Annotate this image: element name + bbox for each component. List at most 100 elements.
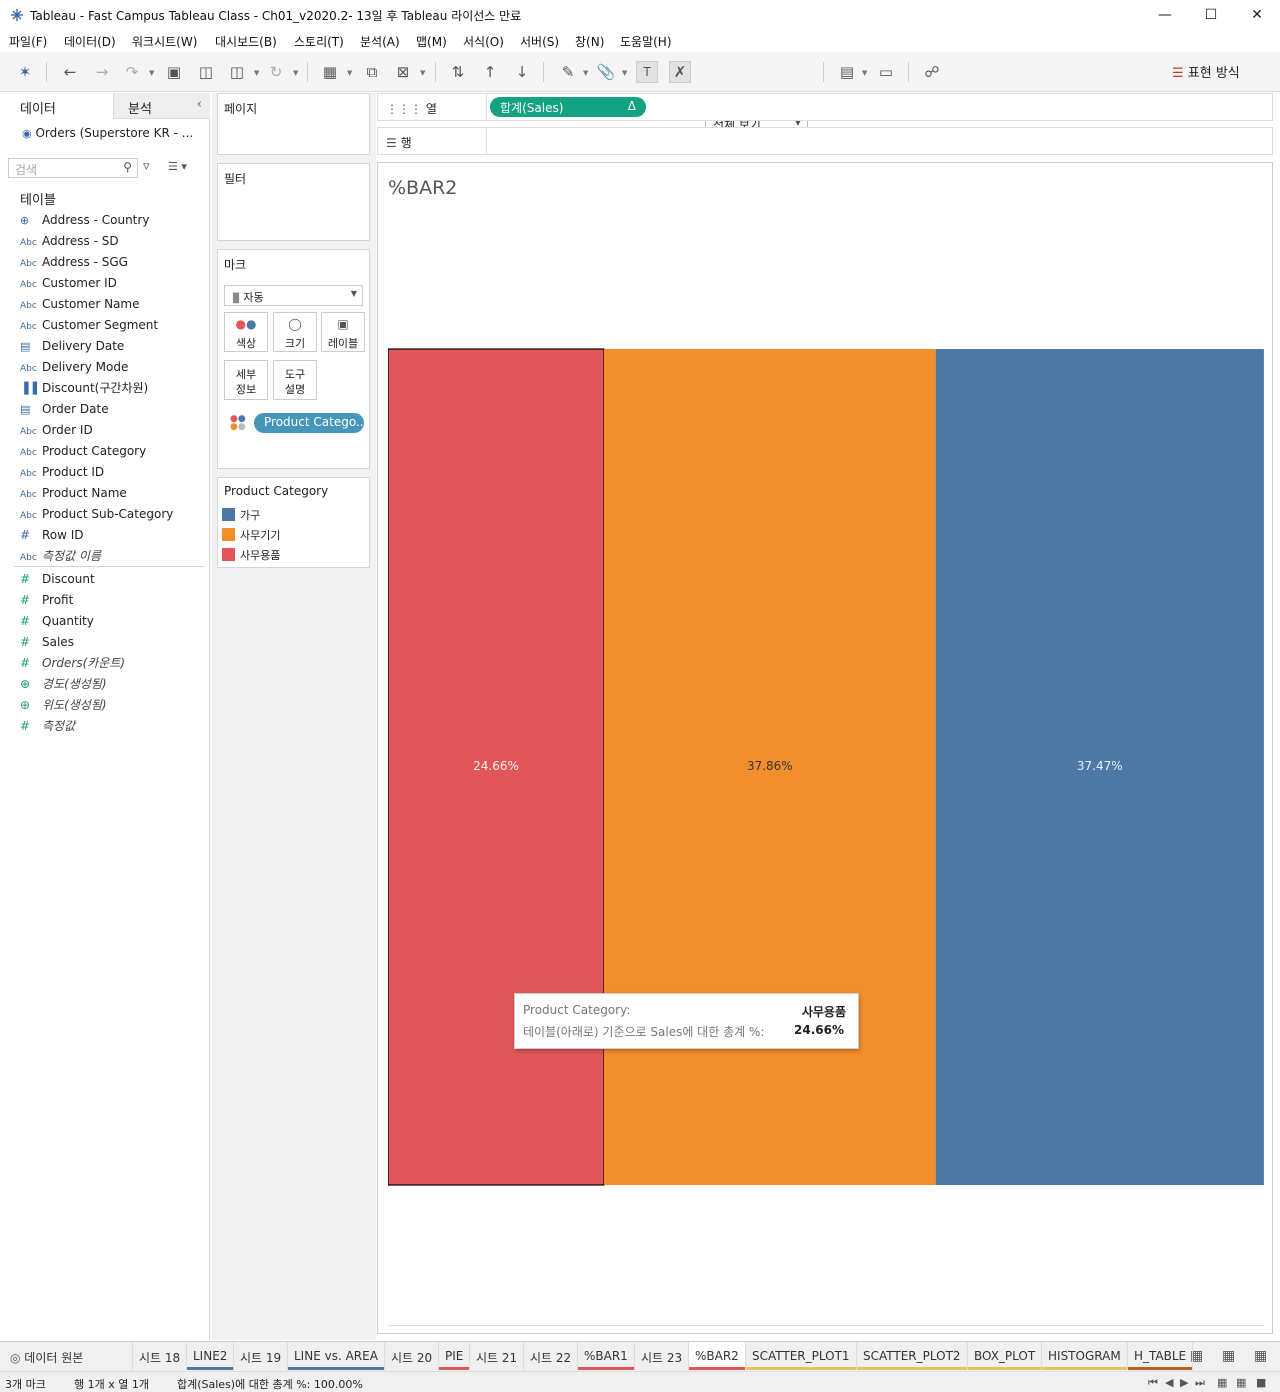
sheet-tab[interactable]: PIE <box>439 1342 471 1370</box>
field-item[interactable]: # Sales <box>20 632 74 652</box>
presentation-mode-icon[interactable]: ▭ <box>875 61 897 83</box>
color-button[interactable]: ●● 색상 <box>224 312 268 352</box>
last-sheet-icon[interactable]: ⏭ <box>1195 1376 1205 1390</box>
duplicate-sheet-icon[interactable]: ⧉ <box>361 61 383 83</box>
field-item[interactable]: ⊕ Address - Country <box>20 210 149 230</box>
field-item[interactable]: Abc Customer Name <box>20 294 140 314</box>
highlight-icon[interactable]: ✎ <box>557 61 579 83</box>
undo-icon[interactable]: ← <box>59 61 81 83</box>
field-item[interactable]: # Orders(카운트) <box>20 653 125 673</box>
columns-shelf[interactable]: ⋮⋮⋮ 열 합계(Sales) Δ <box>377 93 1273 121</box>
clear-sheet-icon[interactable]: ⊠ <box>392 61 414 83</box>
tableau-home-icon[interactable]: ✶ <box>14 61 36 83</box>
replay-icon[interactable]: ↷ <box>121 61 143 83</box>
sales-sum-pill[interactable]: 합계(Sales) Δ <box>490 97 646 117</box>
tabs-view-icon[interactable]: ■ <box>1256 1376 1266 1389</box>
field-item[interactable]: Abc Order ID <box>20 420 93 440</box>
maximize-button[interactable]: ☐ <box>1188 0 1234 30</box>
filters-card[interactable]: 필터 <box>217 163 370 241</box>
menu-server[interactable]: 서버(S) <box>520 33 559 50</box>
minimize-button[interactable]: — <box>1142 0 1188 30</box>
field-item[interactable]: # Row ID <box>20 525 84 545</box>
close-button[interactable]: ✕ <box>1234 0 1280 30</box>
sheet-tab[interactable]: 시트 19 <box>234 1342 289 1370</box>
new-datasource-icon[interactable]: ◫ <box>195 61 217 83</box>
menu-help[interactable]: 도움말(H) <box>620 33 672 50</box>
field-item[interactable]: Abc Customer Segment <box>20 315 158 335</box>
search-input[interactable]: 검색 ⚲ <box>8 158 138 178</box>
menu-format[interactable]: 서식(O) <box>463 33 504 50</box>
swap-axes-icon[interactable]: ⇅ <box>447 61 469 83</box>
sheet-tab[interactable]: LINE2 <box>187 1342 235 1370</box>
sort-descending-icon[interactable]: ↓ <box>511 61 533 83</box>
field-item[interactable]: # Profit <box>20 590 73 610</box>
redo-icon[interactable]: → <box>91 61 113 83</box>
menu-map[interactable]: 맵(M) <box>416 33 447 50</box>
menu-window[interactable]: 창(N) <box>575 33 604 50</box>
sheet-tab[interactable]: 시트 20 <box>385 1342 440 1370</box>
field-item[interactable]: ▐▐ Discount(구간차원) <box>20 378 148 398</box>
pause-updates-icon[interactable]: ◫ <box>226 61 248 83</box>
field-item[interactable]: ⊕ 경도(생성됨) <box>20 674 107 694</box>
tooltip-button[interactable]: 도구 설명 <box>273 360 317 400</box>
show-cards-icon[interactable]: ▤ <box>836 61 858 83</box>
sheet-tab[interactable]: 시트 18 <box>133 1342 188 1370</box>
sheet-tab[interactable]: LINE vs. AREA <box>288 1342 385 1370</box>
collapse-pane-icon[interactable]: ‹ <box>197 97 202 112</box>
field-item[interactable]: Abc Product Sub-Category <box>20 504 173 524</box>
new-worksheet-icon[interactable]: ▦ <box>319 61 341 83</box>
field-item[interactable]: Abc Customer ID <box>20 273 117 293</box>
legend-item-office-machines[interactable]: 사무기기 <box>222 527 280 545</box>
field-item[interactable]: # Discount <box>20 569 95 589</box>
field-item[interactable]: Abc Product Name <box>20 483 127 503</box>
pages-card[interactable]: 페이지 <box>217 93 370 155</box>
tab-data[interactable]: 데이터 <box>0 93 113 119</box>
next-sheet-icon[interactable]: ▶ <box>1180 1376 1188 1389</box>
menu-story[interactable]: 스토리(T) <box>294 33 344 50</box>
detail-button[interactable]: 세부 정보 <box>224 360 268 400</box>
field-item[interactable]: Abc Product Category <box>20 441 146 461</box>
sheet-tab[interactable]: HISTOGRAM <box>1042 1342 1128 1370</box>
sheet-tab[interactable]: 시트 22 <box>524 1342 579 1370</box>
field-item[interactable]: Abc Product ID <box>20 462 104 482</box>
sheet-tab[interactable]: 시트 23 <box>635 1342 690 1370</box>
filmstrip-icon[interactable]: ▦ <box>1236 1376 1246 1389</box>
field-item[interactable]: ⊕ 위도(생성됨) <box>20 695 107 715</box>
new-story-tab-icon[interactable]: ▦ <box>1254 1348 1267 1364</box>
field-item[interactable]: Abc Address - SD <box>20 231 119 251</box>
first-sheet-icon[interactable]: ⏮ <box>1148 1376 1158 1390</box>
sheet-tab[interactable]: 시트 21 <box>470 1342 525 1370</box>
field-item[interactable]: # 측정값 <box>20 716 75 736</box>
color-field-pill[interactable]: Product Catego.. <box>254 413 364 433</box>
legend-item-furniture[interactable]: 가구 <box>222 507 260 525</box>
field-item[interactable]: Abc Address - SGG <box>20 252 128 272</box>
save-icon[interactable]: ▣ <box>163 61 185 83</box>
field-item[interactable]: # Quantity <box>20 611 94 631</box>
fix-axes-icon[interactable]: ✗ <box>669 61 691 83</box>
sheet-sorter-icon[interactable]: ▦ <box>1217 1376 1227 1389</box>
view-options-icon[interactable]: ☰ ▾ <box>168 160 187 173</box>
group-members-icon[interactable]: 📎 <box>595 61 617 83</box>
sheet-tab[interactable]: %BAR2 <box>689 1342 746 1370</box>
field-item[interactable]: ▤ Order Date <box>20 399 109 419</box>
label-button[interactable]: ▣ 레이블 <box>321 312 365 352</box>
filter-icon[interactable]: ▿ <box>143 159 150 174</box>
menu-data[interactable]: 데이터(D) <box>64 33 116 50</box>
size-button[interactable]: ◯ 크기 <box>273 312 317 352</box>
menu-dashboard[interactable]: 대시보드(B) <box>215 33 277 50</box>
mark-type-select[interactable]: ▉ 자동 ▼ <box>224 285 363 306</box>
sheet-tab[interactable]: BOX_PLOT <box>968 1342 1043 1370</box>
tab-data-source[interactable]: ◎ 데이터 원본 <box>0 1342 133 1370</box>
refresh-icon[interactable]: ↻ <box>265 61 287 83</box>
show-me-button[interactable]: ☰ 표현 방식 <box>1172 62 1240 81</box>
field-item[interactable]: ▤ Delivery Date <box>20 336 124 356</box>
tab-analysis[interactable]: 분석 ‹ <box>113 93 210 119</box>
menu-analysis[interactable]: 분석(A) <box>360 33 400 50</box>
prev-sheet-icon[interactable]: ◀ <box>1165 1376 1173 1389</box>
show-mark-labels-icon[interactable]: T <box>636 61 658 83</box>
sort-ascending-icon[interactable]: ↑ <box>479 61 501 83</box>
sheet-tab[interactable]: SCATTER_PLOT1 <box>746 1342 857 1370</box>
share-icon[interactable]: ☍ <box>921 61 943 83</box>
legend-item-office-supplies[interactable]: 사무용품 <box>222 547 280 565</box>
sheet-tab[interactable]: H_TABLE <box>1128 1342 1194 1370</box>
